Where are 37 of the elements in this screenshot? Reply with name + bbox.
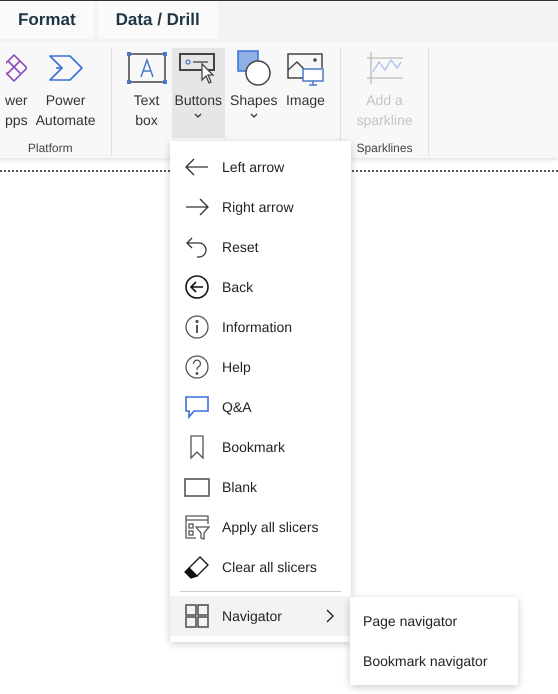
ribbon-button[interactable]: Image [282, 48, 328, 138]
group-label: Sparklines [356, 140, 413, 156]
menu-item[interactable]: Navigator [170, 596, 351, 636]
submenu-item[interactable]: Page navigator [350, 601, 518, 641]
caret-icon [248, 112, 259, 120]
menu-item[interactable]: Information [170, 307, 351, 347]
ribbon-button[interactable]: Power Automate [32, 48, 99, 138]
menu-item[interactable]: Bookmark [170, 427, 351, 467]
information-icon [184, 314, 210, 340]
chevron-right-icon [325, 608, 335, 624]
menu-item[interactable]: Back [170, 267, 351, 307]
text-box-icon [126, 50, 167, 86]
menu-item[interactable]: Blank [170, 467, 351, 507]
ribbon-tab[interactable]: Format [0, 1, 94, 39]
menu-item[interactable]: Clear all slicers [170, 547, 351, 587]
menu-item[interactable]: Right arrow [170, 187, 351, 227]
speech-bubble-icon [184, 394, 210, 420]
eraser-icon [184, 554, 210, 580]
ribbon-button[interactable]: Text box [124, 48, 170, 138]
sparkline-icon [364, 50, 404, 86]
menu-item[interactable]: Help [170, 347, 351, 387]
ribbon-button[interactable]: Buttons [172, 48, 225, 138]
help-icon [184, 354, 210, 380]
ribbon-tab[interactable]: Data / Drill [98, 1, 218, 39]
back-circle-icon [184, 274, 210, 300]
diamond-grid-icon [6, 54, 27, 82]
submenu-item[interactable]: Bookmark navigator [350, 641, 518, 681]
menu-item[interactable]: Apply all slicers [170, 507, 351, 547]
grid-icon [184, 603, 210, 629]
menu-item[interactable]: Reset [170, 227, 351, 267]
group-label: Platform [28, 140, 73, 156]
menu-item[interactable]: Left arrow [170, 147, 351, 187]
caret-icon [193, 112, 204, 120]
filter-table-icon [184, 514, 210, 540]
ribbon-button[interactable]: wer pps [2, 48, 31, 138]
menu-item[interactable]: Q&A [170, 387, 351, 427]
ribbon-button[interactable]: Shapes [227, 48, 280, 138]
